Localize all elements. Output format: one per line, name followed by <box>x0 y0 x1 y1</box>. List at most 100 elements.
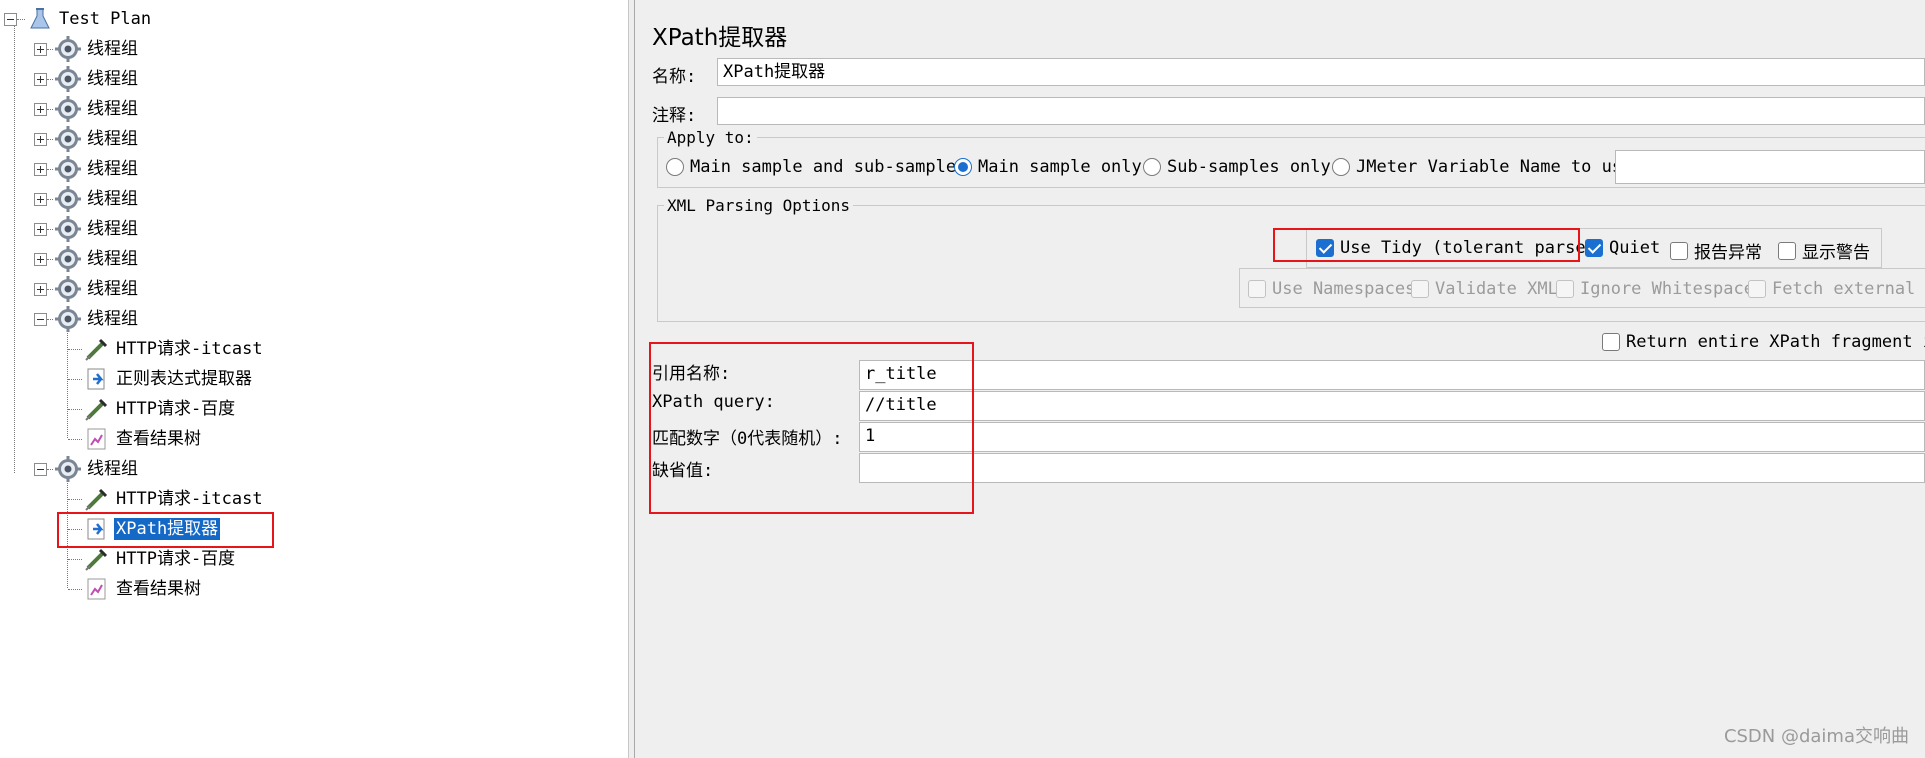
radio-button[interactable] <box>1332 158 1350 176</box>
checkbox-quiet[interactable]: Quiet <box>1585 238 1660 258</box>
checkbox-disabled <box>1748 280 1766 298</box>
checkbox-unchecked[interactable] <box>1670 241 1688 260</box>
highlight-box-fields <box>649 342 974 514</box>
tree-node-label: 线程组 <box>87 219 138 239</box>
expand-icon[interactable] <box>34 132 47 146</box>
tree-node-thread-group[interactable]: 线程组 <box>34 274 140 304</box>
checkbox-disabled <box>1411 280 1429 298</box>
tree-node-listener[interactable]: 查看结果树 <box>68 574 203 604</box>
tree-node-thread-group[interactable]: 线程组 <box>34 64 140 94</box>
tree-node-label: Test Plan <box>59 9 152 29</box>
tree-connector <box>47 288 53 290</box>
tree-node-sampler[interactable]: HTTP请求-itcast <box>68 484 265 514</box>
tree-node-thread-group[interactable]: 线程组 <box>34 184 140 214</box>
tree-node-thread-group[interactable]: 线程组 <box>34 304 140 334</box>
expand-icon[interactable] <box>34 192 47 206</box>
tree-connector <box>68 408 82 410</box>
expand-icon[interactable] <box>34 72 47 86</box>
radio-sub-only[interactable]: Sub-samples only <box>1143 157 1331 177</box>
expand-icon[interactable] <box>34 162 47 176</box>
tree-node-thread-group[interactable]: 线程组 <box>34 454 140 484</box>
comment-input[interactable] <box>717 97 1925 125</box>
checkbox-label: 报告异常 <box>1694 243 1762 263</box>
checkbox-disabled <box>1556 280 1574 298</box>
xpath-extractor-panel: XPath提取器 名称: XPath提取器 注释: Apply to: Main… <box>635 0 1925 758</box>
checkbox-label: Use Namespaces <box>1272 279 1416 299</box>
ref-name-input[interactable]: r_title <box>859 360 1925 390</box>
tree-node-test-plan[interactable]: Test Plan <box>4 4 153 34</box>
collapse-icon[interactable] <box>34 462 47 476</box>
tree-node-label: HTTP请求-itcast <box>116 489 263 509</box>
checkbox-label: Fetch external DT <box>1772 279 1925 299</box>
collapse-icon[interactable] <box>4 12 17 26</box>
radio-button-selected[interactable] <box>954 158 972 176</box>
expand-icon[interactable] <box>34 282 47 296</box>
tree-node-thread-group[interactable]: 线程组 <box>34 214 140 244</box>
radio-main-only[interactable]: Main sample only <box>954 157 1142 177</box>
jmeter-variable-input[interactable] <box>1615 150 1925 184</box>
tree-node-label: 线程组 <box>87 279 138 299</box>
thread-group-gear-icon <box>55 126 81 152</box>
tree-connector <box>68 348 82 350</box>
checkbox-unchecked[interactable] <box>1602 333 1620 351</box>
expand-icon[interactable] <box>34 222 47 236</box>
checkbox-return-fragment[interactable]: Return entire XPath fragment inst <box>1602 332 1925 352</box>
tree-node-sampler[interactable]: HTTP请求-百度 <box>68 394 237 424</box>
tree-node-label: HTTP请求-itcast <box>116 339 263 359</box>
default-value-input[interactable] <box>859 453 1925 483</box>
thread-group-gear-icon <box>55 36 81 62</box>
radio-jmeter-variable[interactable]: JMeter Variable Name to use <box>1332 157 1632 177</box>
radio-label: Main sample and sub-samples <box>690 157 967 177</box>
tree-connector <box>47 318 53 320</box>
tree-connector <box>68 588 82 590</box>
match-number-input[interactable]: 1 <box>859 422 1925 452</box>
checkbox-label: Return entire XPath fragment inst <box>1626 332 1925 352</box>
expand-icon[interactable] <box>34 102 47 116</box>
tree-node-label: HTTP请求-百度 <box>116 399 236 419</box>
radio-main-and-sub[interactable]: Main sample and sub-samples <box>666 157 966 177</box>
tree-connector <box>68 438 82 440</box>
tree-connector <box>47 78 53 80</box>
radio-button[interactable] <box>666 158 684 176</box>
tree-node-sampler[interactable]: HTTP请求-百度 <box>68 544 237 574</box>
tree-node-label: 线程组 <box>87 249 138 269</box>
collapse-icon[interactable] <box>34 312 47 326</box>
tree-guide-line <box>14 26 15 473</box>
tree-connector <box>68 558 82 560</box>
tree-node-thread-group[interactable]: 线程组 <box>34 244 140 274</box>
checkbox-checked[interactable] <box>1585 239 1603 257</box>
results-tree-chart-icon <box>84 426 110 452</box>
highlight-box-use-tidy <box>1273 228 1580 262</box>
tree-node-label: 线程组 <box>87 129 138 149</box>
tree-connector <box>47 138 53 140</box>
tree-connector <box>47 468 53 470</box>
tree-node-extractor[interactable]: 正则表达式提取器 <box>68 364 254 394</box>
tree-node-thread-group[interactable]: 线程组 <box>34 154 140 184</box>
tree-node-sampler[interactable]: HTTP请求-itcast <box>68 334 265 364</box>
checkbox-report-errors[interactable]: 报告异常 <box>1670 238 1762 263</box>
thread-group-gear-icon <box>55 96 81 122</box>
http-sampler-pipette-icon <box>84 486 110 512</box>
tree-node-listener[interactable]: 查看结果树 <box>68 424 203 454</box>
expand-icon[interactable] <box>34 42 47 56</box>
tree-node-thread-group[interactable]: 线程组 <box>34 34 140 64</box>
thread-group-gear-icon <box>55 276 81 302</box>
checkbox-label: Ignore Whitespace <box>1580 279 1754 299</box>
checkbox-unchecked[interactable] <box>1778 241 1796 260</box>
xpath-query-input[interactable]: //title <box>859 391 1925 421</box>
name-label: 名称: <box>652 67 697 87</box>
radio-label: JMeter Variable Name to use <box>1356 157 1633 177</box>
test-plan-tree[interactable]: Test Plan 线程组 线程组 线程组 线程组 线程组 线程组 线程组 线程组 线程组 线程组… <box>0 0 629 758</box>
tree-node-thread-group[interactable]: 线程组 <box>34 94 140 124</box>
http-sampler-pipette-icon <box>84 546 110 572</box>
expand-icon[interactable] <box>34 252 47 266</box>
tree-node-thread-group[interactable]: 线程组 <box>34 124 140 154</box>
checkbox-ignore-whitespace: Ignore Whitespace <box>1556 279 1754 299</box>
checkbox-show-warnings[interactable]: 显示警告 <box>1778 238 1870 263</box>
thread-group-gear-icon <box>55 456 81 482</box>
name-input[interactable]: XPath提取器 <box>717 58 1925 86</box>
tree-node-label: 线程组 <box>87 159 138 179</box>
results-tree-chart-icon <box>84 576 110 602</box>
radio-button[interactable] <box>1143 158 1161 176</box>
apply-to-legend: Apply to: <box>667 128 754 147</box>
